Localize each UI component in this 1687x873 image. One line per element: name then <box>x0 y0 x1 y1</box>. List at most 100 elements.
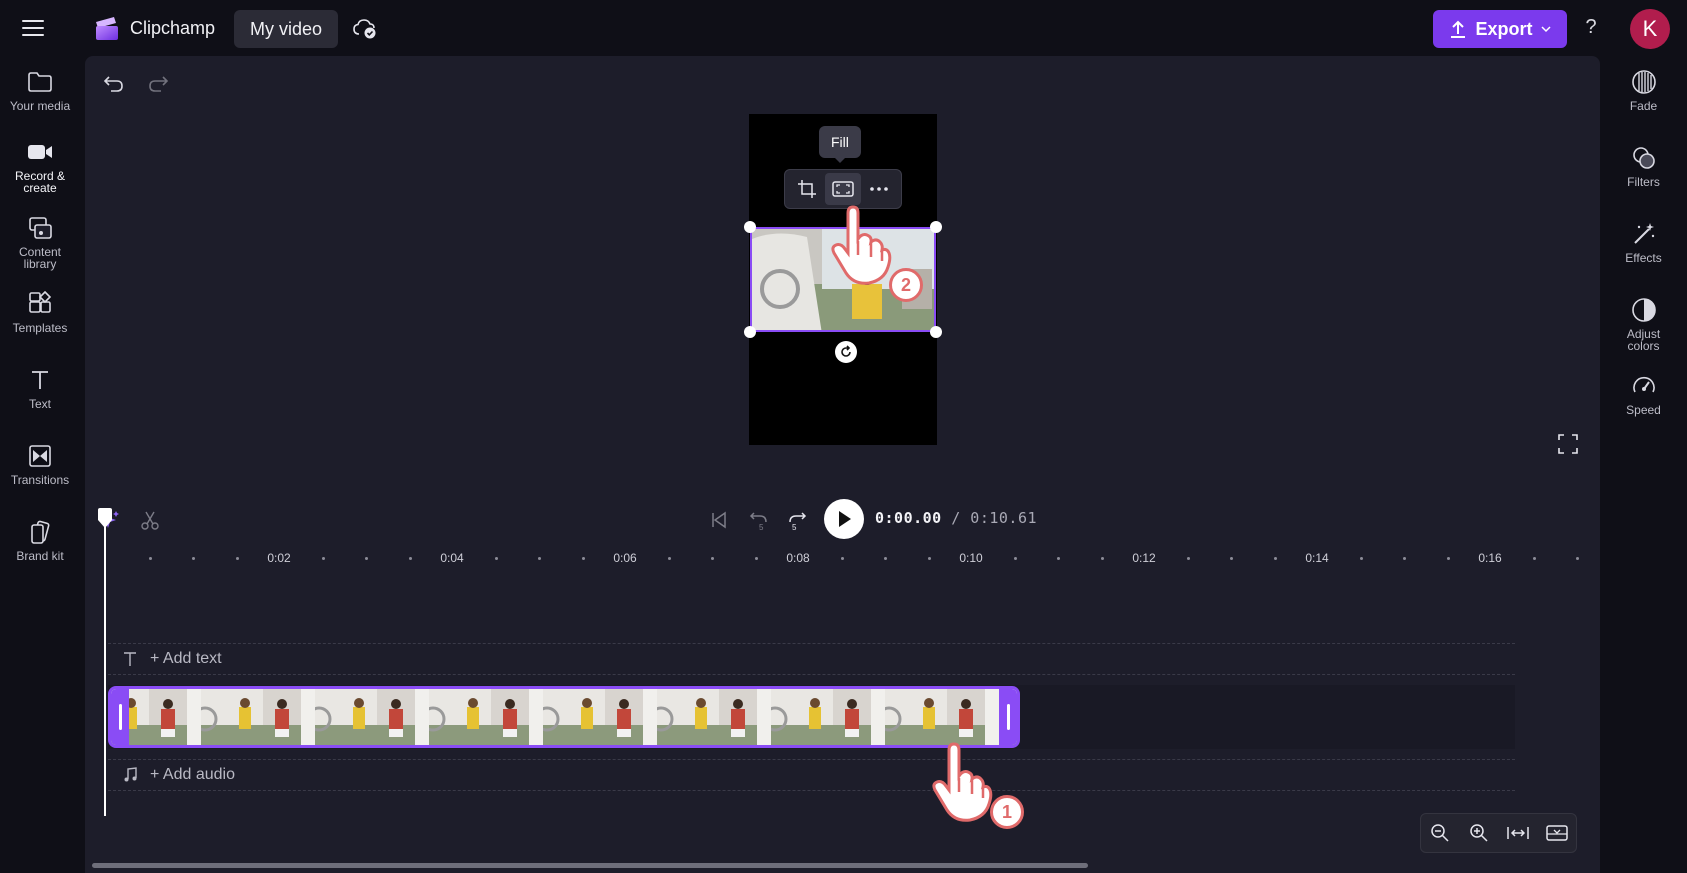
sidebar-item-your-media[interactable]: Your media <box>0 68 80 112</box>
ruler-tick-dot <box>322 557 325 560</box>
crop-icon <box>798 180 816 198</box>
forward-5-button[interactable]: 5 <box>785 508 809 532</box>
ruler-tick-dot <box>1057 557 1060 560</box>
fill-button[interactable] <box>825 173 861 205</box>
clip-trim-handle-left[interactable] <box>111 689 129 745</box>
sidebar-item-templates[interactable]: Templates <box>0 290 80 334</box>
folder-icon <box>26 68 54 96</box>
ruler-tick-label: 0:06 <box>613 551 637 565</box>
step-badge-1: 1 <box>990 795 1024 829</box>
scissors-icon[interactable] <box>140 510 160 530</box>
timeline-scrollbar[interactable] <box>92 863 1088 868</box>
fullscreen-icon[interactable] <box>1558 434 1578 454</box>
resize-handle[interactable] <box>744 326 756 338</box>
sidebar-item-adjust-colors[interactable]: Adjust colors <box>1600 296 1687 352</box>
sidebar-item-label: Templates <box>12 321 68 335</box>
step-badge-2: 2 <box>889 268 923 302</box>
project-title-button[interactable]: My video <box>234 10 339 48</box>
resize-handle[interactable] <box>744 221 756 233</box>
play-button[interactable] <box>824 499 864 539</box>
clip-trim-handle-right[interactable] <box>999 689 1017 745</box>
sidebar-item-label: Content library <box>18 245 62 271</box>
timeline-zoom-controls <box>1420 813 1577 853</box>
sidebar-item-label: Effects <box>1625 251 1662 265</box>
fill-tooltip: Fill <box>819 126 861 163</box>
crop-button[interactable] <box>789 173 825 205</box>
resize-handle[interactable] <box>930 221 942 233</box>
zoom-in-icon <box>1470 824 1488 842</box>
pointer-hand-icon <box>932 742 993 822</box>
add-audio-label: + Add audio <box>150 766 235 783</box>
sidebar-item-brand-kit[interactable]: Brand kit <box>0 518 80 562</box>
more-icon <box>870 187 888 191</box>
forward-seconds: 5 <box>792 523 797 531</box>
fit-timeline-button[interactable] <box>1505 820 1531 846</box>
menu-icon[interactable] <box>22 16 46 40</box>
right-sidebar: Fade Filters Effects Adjust colors Speed <box>1600 56 1687 873</box>
sidebar-item-text[interactable]: Text <box>0 366 80 410</box>
ruler-tick-dot <box>755 557 758 560</box>
sidebar-item-label: Adjust colors <box>1626 327 1661 353</box>
skip-start-icon <box>712 511 726 529</box>
play-icon <box>839 511 851 527</box>
filters-icon <box>1630 144 1658 172</box>
sidebar-item-content-library[interactable]: Content library <box>0 214 80 270</box>
sidebar-item-label: Text <box>28 397 51 411</box>
ruler-tick-dot <box>1274 557 1277 560</box>
sidebar-item-transitions[interactable]: Transitions <box>0 442 80 486</box>
sidebar-item-speed[interactable]: Speed <box>1600 372 1687 416</box>
help-icon[interactable]: ? <box>1580 16 1602 39</box>
sidebar-item-label: Fade <box>1629 99 1658 113</box>
ruler-tick-dot <box>1403 557 1406 560</box>
editor-panel: Fill 5 5 0:00.00 / 0:10.61 0:02 0:04 0:06 0… <box>85 56 1600 873</box>
sidebar-item-filters[interactable]: Filters <box>1600 144 1687 188</box>
export-button[interactable]: Export <box>1433 10 1567 48</box>
speed-icon <box>1630 372 1658 400</box>
rewind-icon: 5 <box>749 512 767 531</box>
add-audio-track[interactable]: + Add audio <box>108 759 1515 791</box>
more-options-button[interactable] <box>861 173 897 205</box>
ruler-tick-dot <box>1576 557 1579 560</box>
sidebar-item-effects[interactable]: Effects <box>1600 220 1687 264</box>
undo-icon[interactable] <box>103 72 125 94</box>
sidebar-item-label: Record & create <box>14 169 66 195</box>
ruler-tick-dot <box>192 557 195 560</box>
sidebar-item-label: Your media <box>9 99 71 113</box>
resize-handle[interactable] <box>930 326 942 338</box>
playhead-handle[interactable] <box>95 508 115 530</box>
ruler-tick-dot <box>668 557 671 560</box>
add-text-track[interactable]: + Add text <box>108 643 1515 675</box>
timeline-layout-button[interactable] <box>1544 820 1570 846</box>
library-icon <box>26 214 54 242</box>
export-label: Export <box>1475 18 1533 39</box>
rewind-seconds: 5 <box>759 523 764 531</box>
skip-to-start-button[interactable] <box>707 508 731 532</box>
ruler-tick-dot <box>711 557 714 560</box>
timeline-ruler[interactable]: 0:02 0:04 0:06 0:08 0:10 0:12 0:14 0:16 <box>85 551 1600 571</box>
cloud-saved-icon[interactable] <box>352 16 378 40</box>
fade-icon <box>1630 68 1658 96</box>
app-logo[interactable]: Clipchamp <box>92 14 215 42</box>
playhead-line[interactable] <box>104 511 106 816</box>
ruler-tick-dot <box>1230 557 1233 560</box>
rewind-5-button[interactable]: 5 <box>747 508 771 532</box>
zoom-out-button[interactable] <box>1427 820 1453 846</box>
avatar[interactable]: K <box>1630 9 1670 49</box>
text-icon <box>26 366 54 394</box>
ruler-tick-label: 0:08 <box>786 551 810 565</box>
redo-icon[interactable] <box>147 72 169 94</box>
ruler-tick-dot <box>928 557 931 560</box>
sidebar-item-record-create[interactable]: Record & create <box>0 138 80 194</box>
ruler-tick-dot <box>1360 557 1363 560</box>
ruler-tick-dot <box>1447 557 1450 560</box>
sidebar-item-label: Brand kit <box>16 549 64 563</box>
rotate-button[interactable] <box>835 341 857 363</box>
zoom-in-button[interactable] <box>1466 820 1492 846</box>
app-name: Clipchamp <box>130 17 216 38</box>
ruler-tick-label: 0:04 <box>440 551 464 565</box>
add-text-label: + Add text <box>150 650 222 667</box>
sidebar-item-fade[interactable]: Fade <box>1600 68 1687 112</box>
ruler-tick-dot <box>1014 557 1017 560</box>
timeline-video-clip[interactable] <box>108 686 1020 748</box>
ruler-tick-dot <box>236 557 239 560</box>
